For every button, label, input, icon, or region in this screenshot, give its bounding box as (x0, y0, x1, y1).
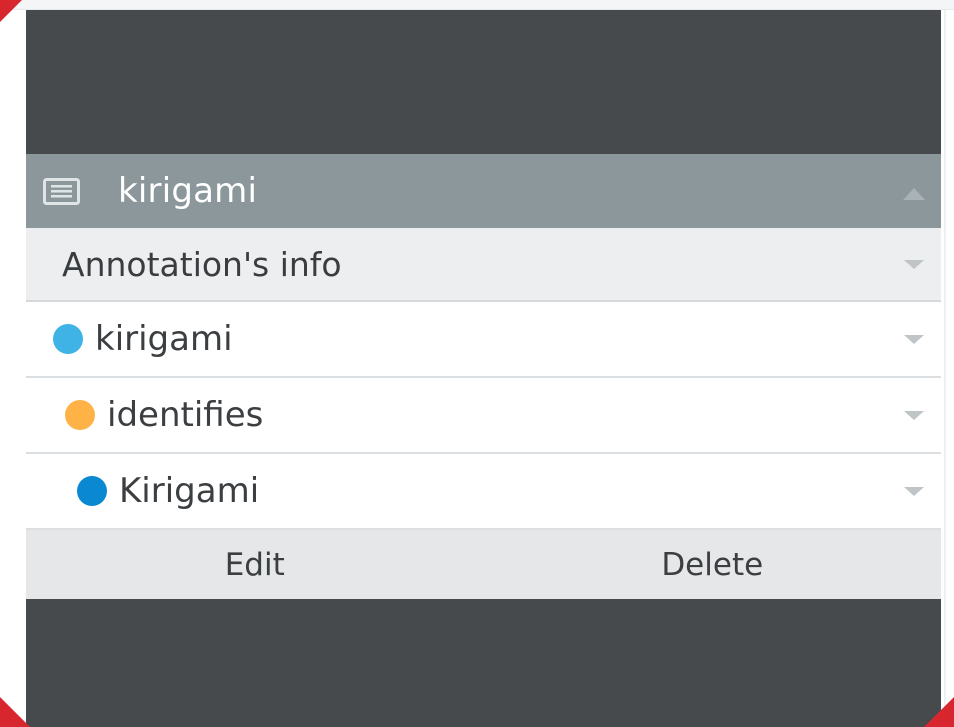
section-title: Annotation's info (62, 244, 342, 284)
list-item-label: kirigami (95, 319, 233, 359)
list-item[interactable]: identifies (26, 378, 941, 454)
list-item[interactable]: Kirigami (26, 454, 941, 530)
caret-up-icon[interactable] (903, 185, 925, 204)
caret-down-icon[interactable] (904, 260, 924, 269)
caret-down-icon[interactable] (904, 487, 924, 496)
frame-corner-bottom-left (0, 697, 30, 727)
list-item-label: identifies (107, 395, 264, 435)
document-lines-icon (43, 177, 80, 205)
frame-corner-bottom-right (924, 697, 954, 727)
status-dot (77, 476, 107, 506)
annotation-title: kirigami (118, 171, 258, 211)
delete-button[interactable]: Delete (484, 530, 942, 599)
list-item-label: Kirigami (119, 471, 260, 511)
right-gutter (941, 10, 954, 727)
action-bar: Edit Delete (26, 530, 941, 599)
divider (944, 10, 946, 727)
status-dot (65, 400, 95, 430)
list-item[interactable]: kirigami (26, 302, 941, 378)
caret-down-icon[interactable] (904, 335, 924, 344)
edit-button[interactable]: Edit (26, 530, 484, 599)
status-dot (53, 324, 83, 354)
caret-down-icon[interactable] (904, 411, 924, 420)
annotation-panel: kirigami Annotation's info kirigami iden… (26, 10, 941, 727)
top-strip (0, 0, 954, 10)
frame-corner-top-left (0, 0, 22, 22)
annotation-header[interactable]: kirigami (26, 154, 941, 228)
annotation-info-section[interactable]: Annotation's info (26, 228, 941, 302)
